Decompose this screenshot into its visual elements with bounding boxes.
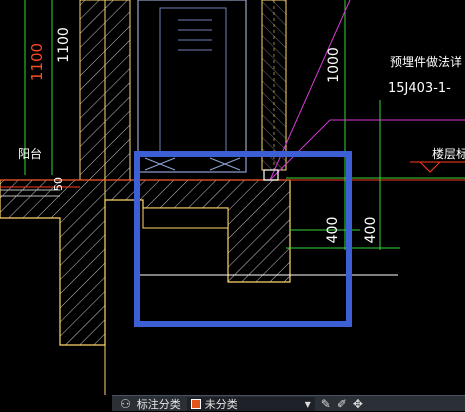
- balcony-label: 阳台: [18, 146, 42, 161]
- edit-icon[interactable]: ✐: [337, 397, 347, 411]
- dim-400-inner: 400: [325, 217, 341, 244]
- layer-value: 未分类: [204, 397, 238, 411]
- elevator-shaft: [137, 0, 247, 173]
- embed-note-line1: 预埋件做法详: [390, 54, 462, 69]
- dim-400-outer: 400: [363, 217, 379, 244]
- move-icon[interactable]: ✥: [353, 397, 363, 411]
- binoculars-icon[interactable]: ⚇: [120, 397, 131, 411]
- layer-color-swatch: [190, 398, 201, 409]
- floor-elev-label: 楼层标: [432, 146, 465, 161]
- floor-level-marker-icon: [418, 161, 442, 173]
- layer-select[interactable]: 未分类 ▾: [186, 396, 315, 411]
- layer-label: 标注分类: [136, 397, 181, 411]
- cad-drawing-canvas[interactable]: 1100 1100 1000 阳台 50 预埋件做法详 15J403-1- 楼层…: [0, 0, 465, 411]
- dim-1100-red: 1100: [28, 43, 46, 81]
- dim-50: 50: [52, 177, 65, 191]
- annotation-toolbar: ⚇ 标注分类 未分类 ▾ ✎ ✐ ✥: [112, 395, 465, 411]
- dim-1000: 1000: [326, 47, 342, 83]
- pencil-icon[interactable]: ✎: [321, 397, 331, 411]
- wall-slab: [0, 179, 291, 346]
- chevron-down-icon: ▾: [304, 396, 311, 411]
- dimension-group-right: [286, 0, 465, 250]
- dim-1100-white: 1100: [56, 27, 72, 63]
- embed-note-line2: 15J403-1-: [388, 81, 451, 96]
- wall-column-right: [261, 0, 287, 171]
